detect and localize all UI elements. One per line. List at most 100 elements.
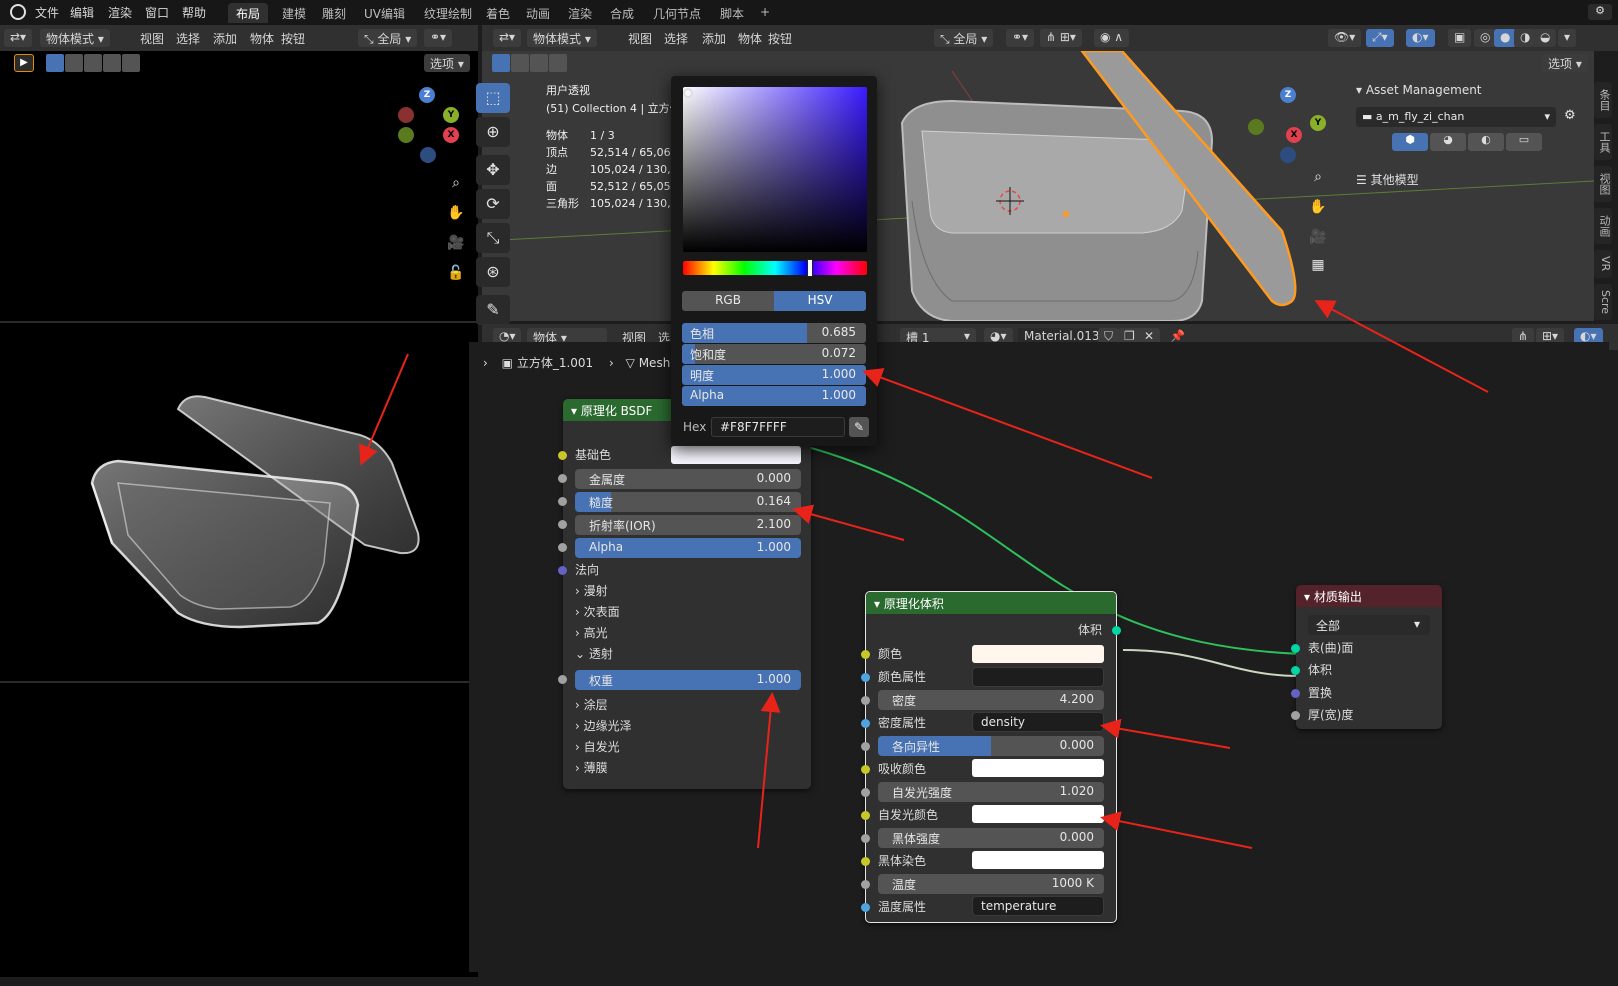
- asset-mode-display-icon[interactable]: ▭: [1506, 133, 1542, 151]
- anisotropy-socket[interactable]: [861, 742, 870, 751]
- asset-mode-world-icon[interactable]: ◐: [1468, 133, 1504, 151]
- asset-library-select[interactable]: ▬ a_m_fly_zi_chan ▾: [1356, 107, 1556, 127]
- main-menu-buttons[interactable]: 按钮: [768, 30, 792, 47]
- scale-tool-icon[interactable]: ⤡: [476, 223, 510, 253]
- main-menu-add[interactable]: 添加: [702, 30, 726, 47]
- asset-mode-material-icon[interactable]: ◕: [1430, 133, 1466, 151]
- left-snap-icon[interactable]: ⚭▾: [424, 29, 453, 47]
- axis-neg-x-icon[interactable]: [398, 107, 414, 123]
- ior-socket[interactable]: [558, 520, 567, 529]
- tab-rendering[interactable]: 渲染: [560, 3, 600, 23]
- sidebar-tab-tool[interactable]: 工具: [1594, 124, 1612, 160]
- temperature-field[interactable]: 温度 1000 K: [878, 874, 1104, 894]
- hue-slider[interactable]: [683, 259, 867, 277]
- select-tool-icon[interactable]: ▶: [14, 54, 34, 72]
- temperature-attr-socket[interactable]: [861, 903, 870, 912]
- panel-sheen[interactable]: › 边缘光泽: [575, 717, 632, 734]
- asset-mode-model-icon[interactable]: ⬢: [1392, 133, 1428, 151]
- cursor-tool-icon[interactable]: ⊕: [476, 117, 510, 147]
- asset-category-item[interactable]: ☰ 其他模型: [1356, 171, 1419, 188]
- blackbody-tint-socket[interactable]: [861, 857, 870, 866]
- left-options-dropdown[interactable]: 选项 ▾: [424, 54, 470, 72]
- axis-z-icon[interactable]: Z: [419, 87, 435, 103]
- menu-file[interactable]: 文件: [35, 4, 59, 21]
- metallic-socket[interactable]: [558, 474, 567, 483]
- grid-icon[interactable]: ▦: [1306, 253, 1330, 277]
- ior-field[interactable]: 折射率(IOR) 2.100: [575, 515, 801, 535]
- tab-uv-editing[interactable]: UV编辑: [356, 3, 413, 23]
- tab-shading[interactable]: 着色: [478, 3, 518, 23]
- sidebar-tab-view[interactable]: 视图: [1594, 166, 1612, 202]
- density-socket[interactable]: [861, 696, 870, 705]
- proportional-edit-icon[interactable]: ◉ ∧: [1094, 29, 1130, 47]
- volume-color-swatch[interactable]: [972, 645, 1104, 663]
- overlay-toggle-icon[interactable]: ◐▾: [1406, 29, 1435, 47]
- zoom-icon[interactable]: ⌕: [444, 171, 468, 195]
- gizmo-toggle-icon[interactable]: ⤢▾: [1366, 29, 1394, 47]
- pan-hand-icon[interactable]: ✋: [444, 201, 468, 225]
- asset-panel-title[interactable]: ▾ Asset Management: [1356, 83, 1482, 97]
- saturation-field[interactable]: 饱和度 0.072: [682, 344, 866, 364]
- thickness-socket[interactable]: [1291, 711, 1300, 720]
- menu-window[interactable]: 窗口: [145, 4, 169, 21]
- main-menu-view[interactable]: 视图: [628, 30, 652, 47]
- blackbody-tint-swatch[interactable]: [972, 851, 1104, 869]
- tab-rgb[interactable]: RGB: [682, 291, 774, 311]
- color-attr-socket[interactable]: [861, 673, 870, 682]
- eyedropper-icon[interactable]: ✎: [849, 417, 869, 437]
- shading-options-icon[interactable]: ▾: [1558, 29, 1577, 47]
- emission-color-socket[interactable]: [861, 811, 870, 820]
- xray-icon[interactable]: ▣: [1448, 29, 1472, 47]
- hue-slider-handle[interactable]: [807, 259, 813, 277]
- axis-x-icon[interactable]: X: [1286, 127, 1302, 143]
- panel-diffuse[interactable]: › 漫射: [575, 582, 608, 599]
- temperature-socket[interactable]: [861, 880, 870, 889]
- alpha-socket[interactable]: [558, 543, 567, 552]
- sidebar-tab-screencast[interactable]: Scre: [1594, 284, 1612, 320]
- axis-neg-y-icon[interactable]: [1248, 119, 1264, 135]
- blender-logo-icon[interactable]: [10, 4, 26, 20]
- density-attr-socket[interactable]: [861, 719, 870, 728]
- panel-emission[interactable]: › 自发光: [575, 738, 620, 755]
- left-menu-select[interactable]: 选择: [176, 30, 200, 47]
- absorption-color-swatch[interactable]: [972, 759, 1104, 777]
- left-menu-view[interactable]: 视图: [140, 30, 164, 47]
- tab-scripting[interactable]: 脚本: [712, 3, 752, 23]
- node-header[interactable]: ▾ 材质输出: [1296, 585, 1442, 607]
- menu-edit[interactable]: 编辑: [70, 4, 94, 21]
- blackbody-socket[interactable]: [861, 834, 870, 843]
- panel-transmission[interactable]: ⌄ 透射: [575, 645, 613, 662]
- tab-modeling[interactable]: 建模: [274, 3, 314, 23]
- main-menu-select[interactable]: 选择: [664, 30, 688, 47]
- panel-subsurface[interactable]: › 次表面: [575, 603, 620, 620]
- axis-neg-z-icon[interactable]: [1280, 147, 1296, 163]
- axis-neg-y-icon[interactable]: [398, 127, 414, 143]
- add-workspace-button[interactable]: +: [752, 3, 778, 23]
- left-mode-select[interactable]: 物体模式 ▾: [40, 29, 110, 47]
- asset-settings-gear-icon[interactable]: ⚙: [1564, 108, 1576, 123]
- select-mode-extend-icon[interactable]: [65, 54, 83, 72]
- tab-animation[interactable]: 动画: [518, 3, 558, 23]
- base-color-swatch[interactable]: [671, 446, 801, 464]
- select-mode-intersect-icon[interactable]: [103, 54, 121, 72]
- annotate-tool-icon[interactable]: ✎: [476, 295, 510, 325]
- tab-sculpting[interactable]: 雕刻: [314, 3, 354, 23]
- menu-help[interactable]: 帮助: [182, 4, 206, 21]
- axis-neg-z-icon[interactable]: [420, 147, 436, 163]
- tab-hsv[interactable]: HSV: [774, 291, 866, 311]
- main-3d-viewport[interactable]: 选项 ▾ ⬚ ⊕ ✥ ⟳ ⤡ ⊛ ✎ 用户透视 (51) Collection …: [476, 51, 1594, 325]
- scene-icon[interactable]: ⚙: [1588, 4, 1612, 20]
- roughness-field[interactable]: 糙度 0.164: [575, 492, 801, 512]
- volume-output-socket[interactable]: [1112, 626, 1121, 635]
- transmission-weight-socket[interactable]: [558, 675, 567, 684]
- alpha-field[interactable]: Alpha 1.000: [575, 538, 801, 558]
- left-orientation-select[interactable]: ⤡ 全局 ▾: [358, 29, 418, 47]
- lock-icon[interactable]: 🔓: [444, 261, 468, 285]
- panel-coat[interactable]: › 涂层: [575, 696, 608, 713]
- axis-y-icon[interactable]: Y: [1310, 115, 1326, 131]
- color-picker-cursor[interactable]: [683, 88, 693, 98]
- value-field[interactable]: 明度 1.000: [682, 365, 866, 385]
- sidebar-tab-item[interactable]: 条目: [1594, 82, 1612, 118]
- zoom-icon[interactable]: ⌕: [1306, 165, 1330, 189]
- roughness-socket[interactable]: [558, 497, 567, 506]
